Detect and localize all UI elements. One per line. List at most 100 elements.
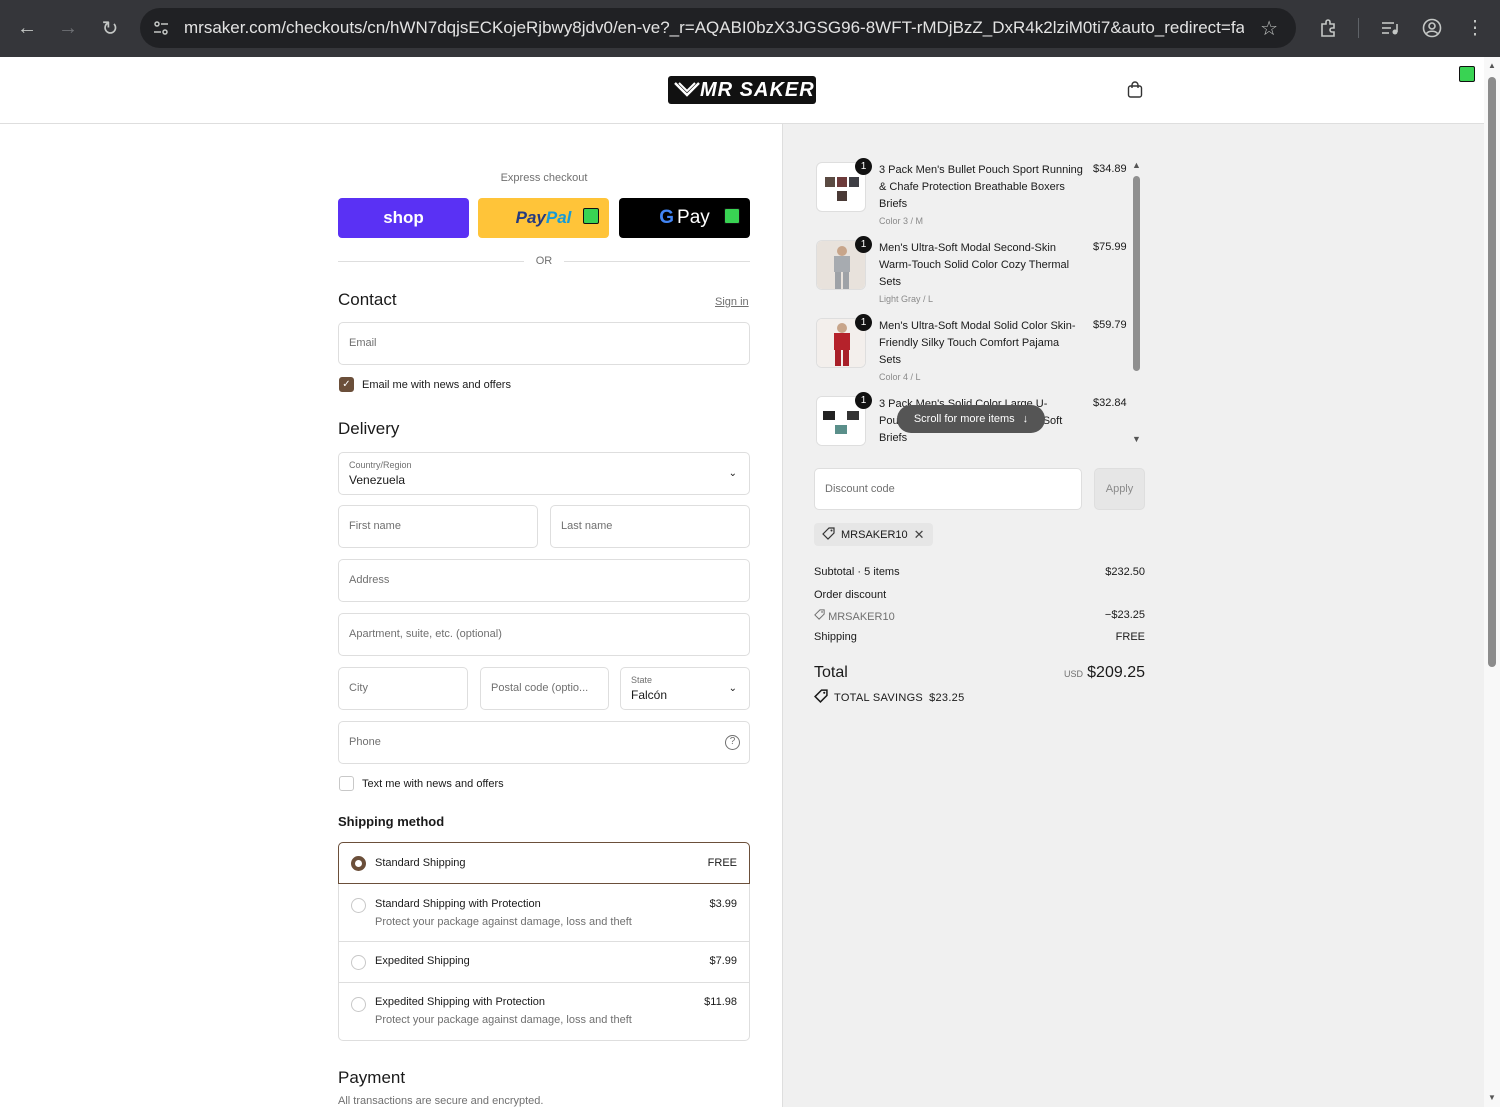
scroll-hint-label: Scroll for more items	[913, 413, 1015, 425]
country-label: Country/Region	[349, 460, 412, 470]
scrollbar-thumb[interactable]	[1133, 176, 1140, 371]
express-checkout-label: Express checkout	[500, 172, 588, 184]
city-field[interactable]: City	[338, 667, 468, 710]
scroll-up-icon[interactable]: ▲	[1132, 160, 1141, 170]
country-value: Venezuela	[349, 473, 406, 487]
shop-pay-button[interactable]: shop	[338, 198, 469, 238]
scroll-down-icon[interactable]: ▼	[1132, 434, 1141, 444]
shipping-option-standard[interactable]: Standard Shipping FREE	[338, 842, 750, 884]
google-pay-button[interactable]: G Pay	[619, 198, 750, 238]
apply-discount-button[interactable]: Apply	[1094, 468, 1145, 510]
shipping-option-price: $11.98	[704, 996, 737, 1008]
product-variant: Light Gray / L	[879, 294, 934, 304]
product-name: Men's Ultra-Soft Modal Solid Color Skin-…	[879, 320, 1076, 366]
product-price: $59.79	[1093, 319, 1127, 331]
shipping-option-name: Expedited Shipping	[375, 955, 470, 967]
shipping-option-price: $3.99	[709, 898, 737, 910]
shipping-option-name: Expedited Shipping with Protection	[375, 996, 545, 1008]
menu-kebab-icon[interactable]: ⋮	[1461, 14, 1489, 42]
cart-item: 1 Men's Ultra-Soft Modal Second-Skin War…	[814, 236, 1130, 314]
state-select[interactable]: State Falcón ⌄	[620, 667, 750, 710]
browser-toolbar: ← → ↻ mrsaker.com/checkouts/cn/hWN7dqjsE…	[0, 0, 1500, 57]
email-news-checkbox[interactable]: ✓	[339, 377, 354, 392]
text-news-checkbox[interactable]	[339, 776, 354, 791]
state-label: State	[631, 675, 653, 685]
scroll-down-icon[interactable]: ▼	[1488, 1093, 1496, 1102]
forward-icon[interactable]: →	[54, 14, 82, 42]
shipping-option-description: Protect your package against damage, los…	[375, 1014, 632, 1026]
subtotal-label: Subtotal · 5 items	[814, 566, 900, 578]
shipping-radio[interactable]	[351, 997, 366, 1012]
address-field[interactable]: Address	[338, 559, 750, 602]
google-pay-label: Pay	[677, 207, 710, 228]
text-news-label: Text me with news and offers	[362, 777, 504, 790]
media-queue-icon[interactable]	[1376, 14, 1404, 42]
shopping-bag-icon[interactable]	[1126, 81, 1144, 99]
product-variant: Color 4 / L	[879, 372, 921, 382]
remove-discount-icon[interactable]: ✕	[914, 527, 925, 543]
total-value: $209.25	[1087, 664, 1145, 681]
reload-icon[interactable]: ↻	[96, 14, 124, 42]
shipping-options-list: Standard Shipping FREE Standard Shipping…	[338, 842, 750, 1041]
email-news-checkbox-row[interactable]: ✓ Email me with news and offers	[339, 377, 511, 392]
shipping-option-expedited-protection[interactable]: Expedited Shipping with Protection Prote…	[339, 983, 749, 1040]
shipping-option-price: FREE	[707, 857, 737, 869]
extensions-icon[interactable]	[1314, 14, 1342, 42]
last-name-field[interactable]: Last name	[550, 505, 750, 548]
contact-heading: Contact	[338, 290, 397, 309]
address-bar[interactable]: mrsaker.com/checkouts/cn/hWN7dqjsECKojeR…	[140, 8, 1296, 48]
product-name: Men's Ultra-Soft Modal Second-Skin Warm-…	[879, 242, 1070, 288]
paypal-label-pal: Pal	[545, 208, 572, 227]
toolbar-divider	[1358, 18, 1359, 38]
scroll-for-more-button[interactable]: Scroll for more items ↓	[897, 405, 1045, 433]
cart-items-scrollbar[interactable]: ▲ ▼	[1129, 160, 1145, 450]
discount-code-label: MRSAKER10	[828, 611, 895, 623]
email-placeholder: Email	[349, 337, 377, 349]
help-icon[interactable]: ?	[725, 735, 740, 750]
product-name: 3 Pack Men's Bullet Pouch Sport Running …	[879, 164, 1083, 210]
shipping-label: Shipping	[814, 631, 857, 643]
site-header: MR SAKER	[0, 57, 1484, 124]
total-row: Total USD $209.25	[814, 664, 1145, 682]
email-field[interactable]: Email	[338, 322, 750, 365]
shipping-option-name: Standard Shipping with Protection	[375, 898, 541, 910]
country-select[interactable]: Country/Region Venezuela ⌄	[338, 452, 750, 495]
first-name-placeholder: First name	[349, 520, 401, 532]
status-indicator	[1459, 66, 1475, 82]
cart-item: 1 3 Pack Men's Bullet Pouch Sport Runnin…	[814, 158, 1130, 236]
paypal-button[interactable]: Pay Pal	[478, 198, 609, 238]
bookmark-star-icon[interactable]: ☆	[1260, 16, 1278, 41]
or-divider: OR	[338, 254, 750, 268]
payment-subtitle: All transactions are secure and encrypte…	[338, 1095, 544, 1107]
page-scrollbar[interactable]: ▲ ▼	[1484, 57, 1500, 1107]
shipping-option-expedited[interactable]: Expedited Shipping $7.99	[339, 942, 749, 983]
brand-logo[interactable]: MR SAKER	[668, 76, 816, 104]
shipping-radio[interactable]	[351, 898, 366, 913]
status-indicator	[583, 208, 599, 224]
product-name-line: Briefs	[879, 432, 908, 444]
discount-code-input[interactable]: Discount code	[814, 468, 1082, 510]
profile-icon[interactable]	[1418, 14, 1446, 42]
postal-code-placeholder: Postal code (optio...	[491, 682, 589, 694]
scroll-up-icon[interactable]: ▲	[1488, 61, 1496, 70]
shipping-option-standard-protection[interactable]: Standard Shipping with Protection Protec…	[339, 884, 749, 942]
phone-field[interactable]: Phone ?	[338, 721, 750, 764]
delivery-heading: Delivery	[338, 419, 400, 438]
tag-icon	[822, 526, 835, 543]
site-settings-icon[interactable]	[148, 15, 174, 41]
scrollbar-thumb[interactable]	[1488, 77, 1496, 667]
savings-value: $23.25	[929, 691, 965, 704]
city-placeholder: City	[349, 682, 368, 694]
sign-in-link[interactable]: Sign in	[715, 296, 749, 308]
back-icon[interactable]: ←	[13, 14, 41, 42]
text-news-checkbox-row[interactable]: Text me with news and offers	[339, 776, 504, 791]
shipping-radio[interactable]	[351, 955, 366, 970]
apartment-field[interactable]: Apartment, suite, etc. (optional)	[338, 613, 750, 656]
tag-icon	[814, 609, 828, 623]
first-name-field[interactable]: First name	[338, 505, 538, 548]
chevron-down-icon: ⌄	[728, 468, 737, 479]
postal-code-field[interactable]: Postal code (optio...	[480, 667, 609, 710]
url-text[interactable]: mrsaker.com/checkouts/cn/hWN7dqjsECKojeR…	[184, 18, 1244, 38]
shipping-radio[interactable]	[351, 856, 366, 871]
subtotal-value: $232.50	[1105, 566, 1145, 578]
